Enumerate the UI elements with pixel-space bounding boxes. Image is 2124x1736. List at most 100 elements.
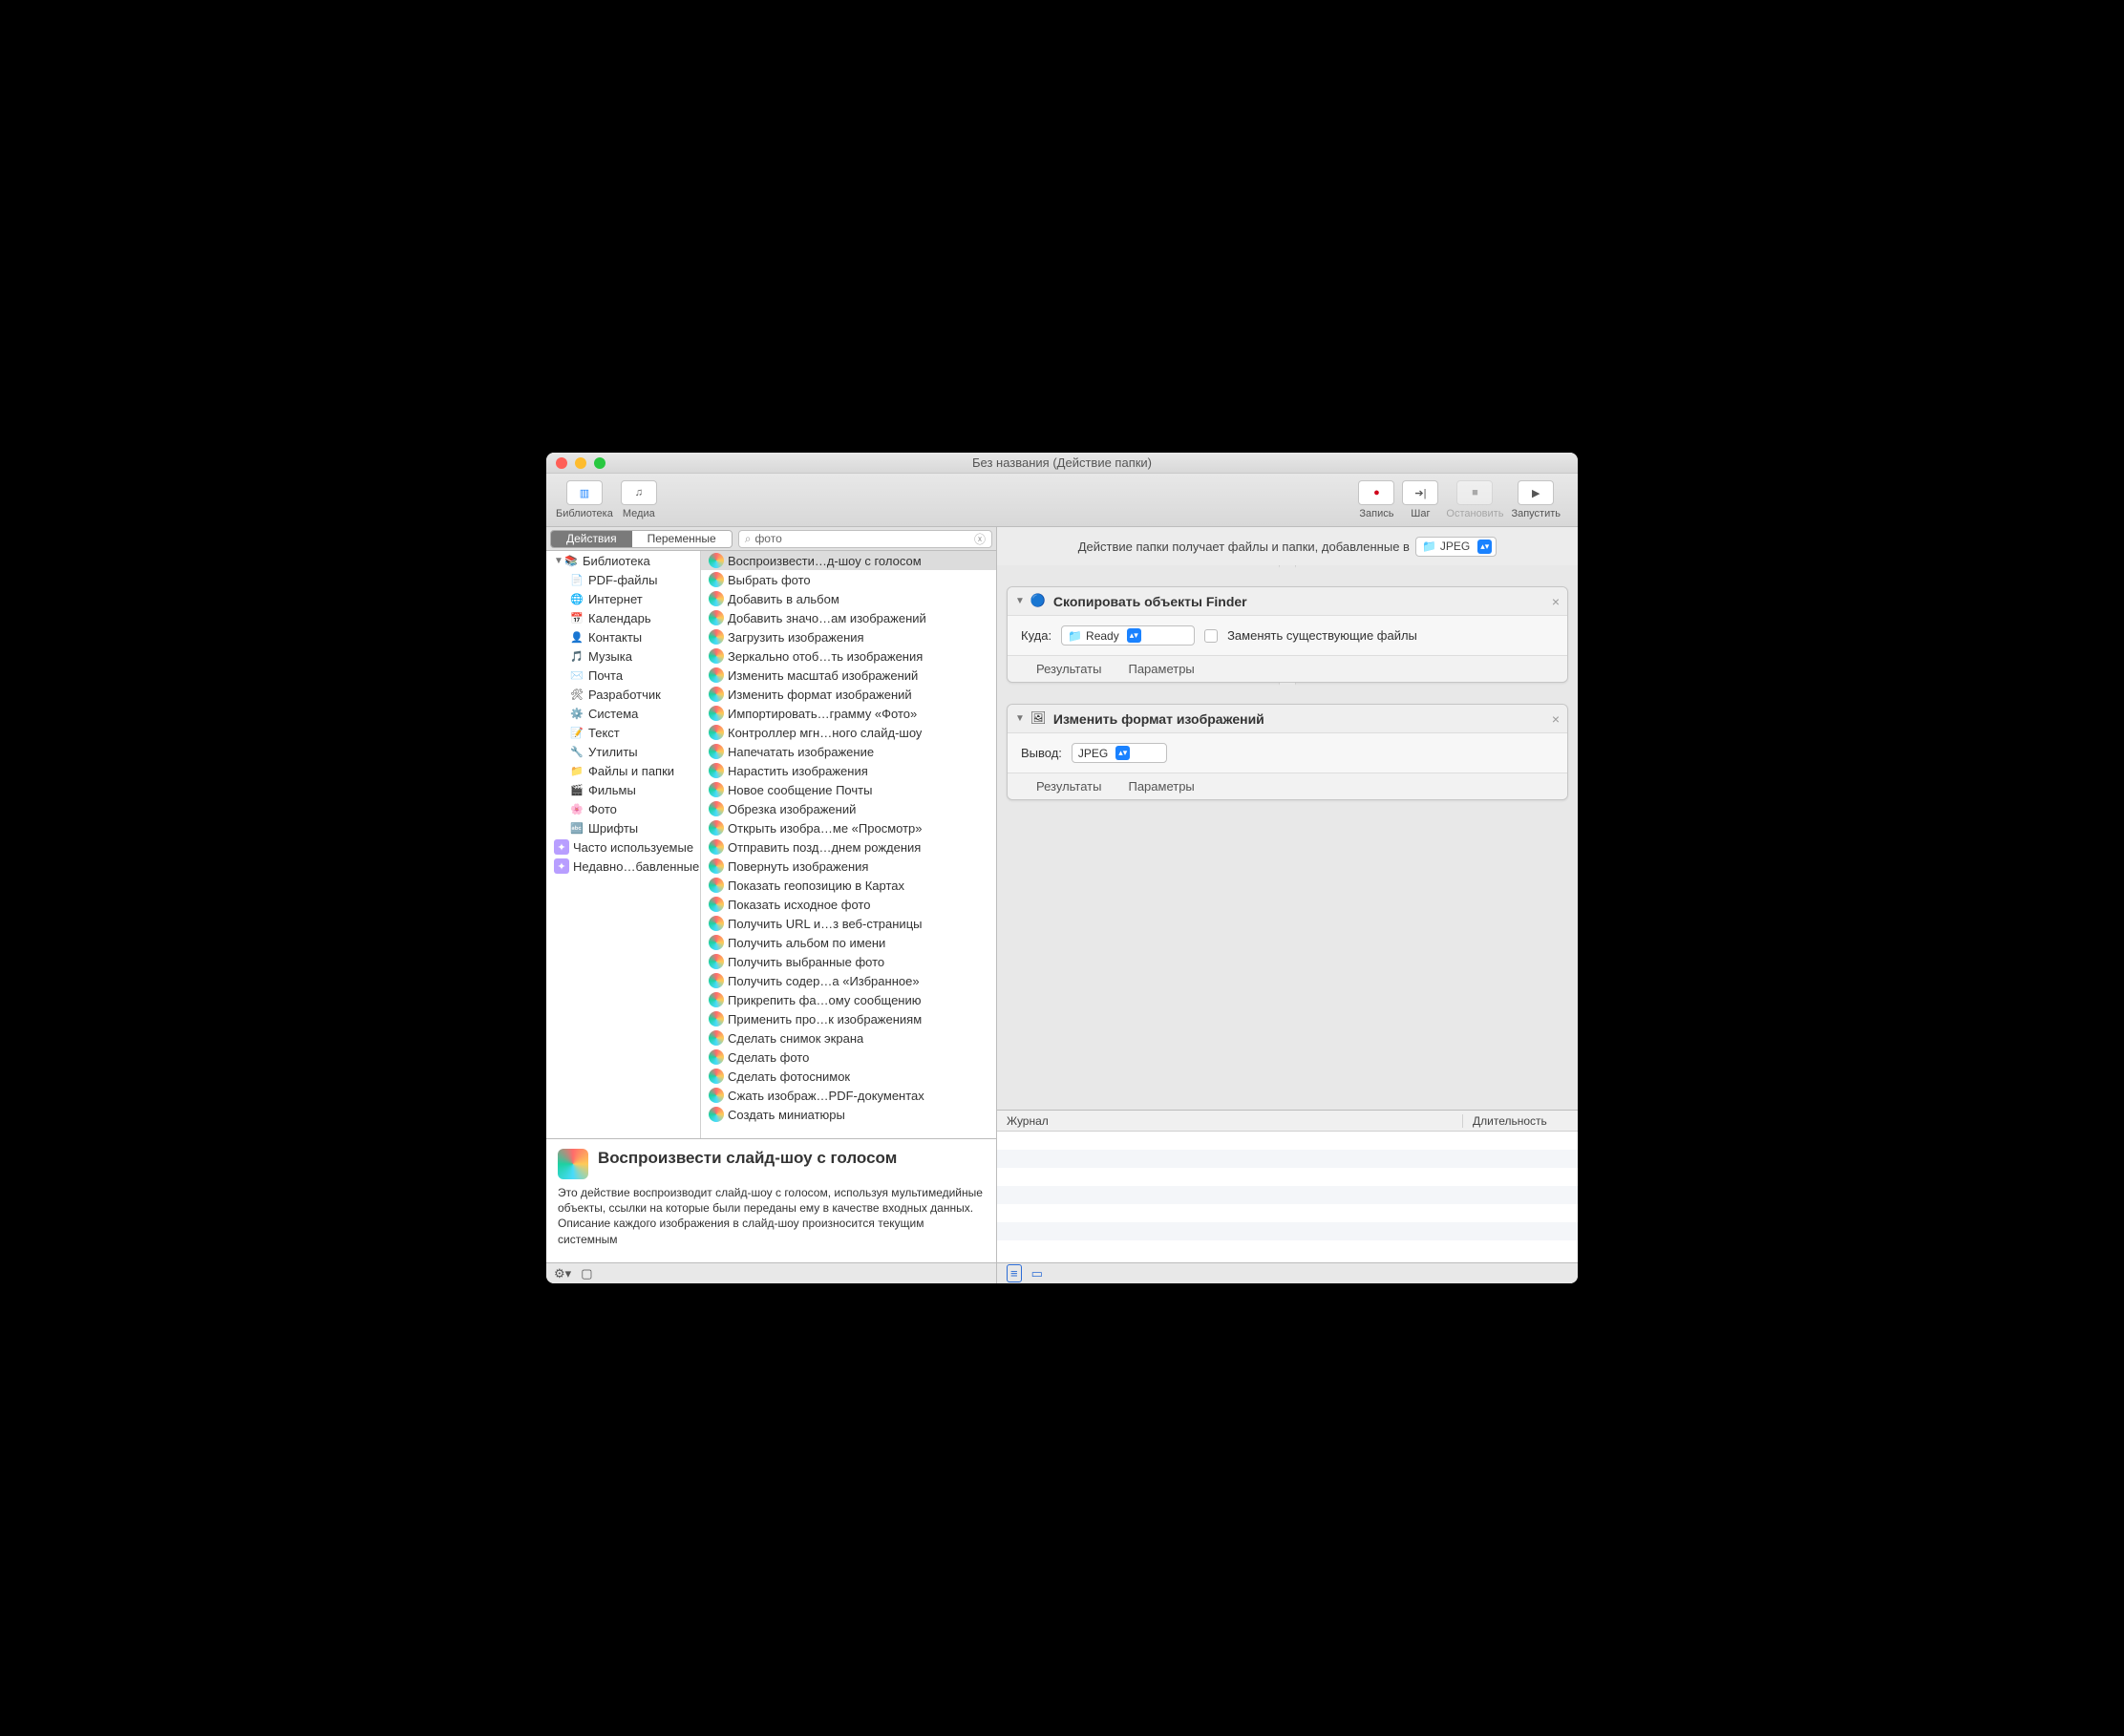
step-toolbar-button[interactable]: ➔| Шаг: [1402, 480, 1438, 519]
action-list-item[interactable]: Изменить масштаб изображений: [701, 666, 996, 685]
action-list-item[interactable]: Получить выбранные фото: [701, 952, 996, 971]
log-rows: [997, 1132, 1578, 1262]
action-list-item[interactable]: Прикрепить фа…ому сообщению: [701, 990, 996, 1009]
category-item[interactable]: 🎵Музыка: [546, 646, 700, 666]
action-list-item[interactable]: Получить URL и…з веб-страницы: [701, 914, 996, 933]
minimize-window-button[interactable]: [575, 457, 586, 469]
library-toolbar-button[interactable]: ▥ Библиотека: [556, 480, 613, 519]
media-toolbar-button[interactable]: ♫ Медиа: [621, 480, 657, 519]
remove-action-icon[interactable]: ×: [1552, 594, 1560, 609]
category-item[interactable]: 📁Файлы и папки: [546, 761, 700, 780]
category-item[interactable]: 🌐Интернет: [546, 589, 700, 608]
results-button[interactable]: Результаты: [1036, 779, 1101, 794]
category-list[interactable]: ▼📚Библиотека 📄PDF-файлы🌐Интернет📅Календа…: [546, 551, 701, 1138]
tab-actions[interactable]: Действия: [551, 531, 632, 547]
close-window-button[interactable]: [556, 457, 567, 469]
action-list-item[interactable]: Напечатать изображение: [701, 742, 996, 761]
action-copy-finder-items[interactable]: ▼ 🔵 Скопировать объекты Finder × Куда: R…: [1007, 586, 1568, 683]
gear-icon[interactable]: ⚙︎▾: [554, 1266, 571, 1281]
action-list-item[interactable]: Сделать фото: [701, 1048, 996, 1067]
chevron-updown-icon: ▴▾: [1115, 746, 1130, 760]
run-toolbar-button[interactable]: ▶ Запустить: [1511, 480, 1561, 519]
action-list-item[interactable]: Применить про…к изображениям: [701, 1009, 996, 1028]
disclosure-triangle-icon[interactable]: ▼: [1015, 596, 1025, 606]
options-button[interactable]: Параметры: [1128, 779, 1194, 794]
library-pane: Действия Переменные ⌕ фото ⓧ ▼📚Библиотек…: [546, 527, 997, 1283]
action-list-item[interactable]: Изменить формат изображений: [701, 685, 996, 704]
category-item[interactable]: 🔤Шрифты: [546, 818, 700, 837]
category-item[interactable]: 🎬Фильмы: [546, 780, 700, 799]
workflow-input-bar: Действие папки получает файлы и папки, д…: [997, 527, 1578, 565]
titlebar: Без названия (Действие папки): [546, 453, 1578, 474]
category-item[interactable]: ⚙️Система: [546, 704, 700, 723]
category-item[interactable]: 📅Календарь: [546, 608, 700, 627]
action-list-item[interactable]: Воспроизвести…д-шоу с голосом: [701, 551, 996, 570]
list-view-icon[interactable]: ≡: [1007, 1264, 1022, 1282]
workflow-canvas[interactable]: Действие папки получает файлы и папки, д…: [997, 527, 1578, 1110]
clear-search-icon[interactable]: ⓧ: [974, 531, 986, 547]
category-item[interactable]: 🔧Утилиты: [546, 742, 700, 761]
action-list-item[interactable]: Отправить позд…днем рождения: [701, 837, 996, 857]
smart-folder-item[interactable]: ✦Недавно…бавленные: [546, 857, 700, 876]
stop-toolbar-button[interactable]: ■ Остановить: [1446, 480, 1503, 519]
category-item[interactable]: 👤Контакты: [546, 627, 700, 646]
zoom-window-button[interactable]: [594, 457, 605, 469]
action-list-item[interactable]: Загрузить изображения: [701, 627, 996, 646]
library-root[interactable]: ▼📚Библиотека: [546, 551, 700, 570]
replace-existing-checkbox[interactable]: [1204, 629, 1218, 643]
disclosure-triangle-icon[interactable]: ▼: [1015, 713, 1025, 724]
description-panel: Воспроизвести слайд-шоу с голосом Это де…: [546, 1138, 996, 1262]
remove-action-icon[interactable]: ×: [1552, 711, 1560, 727]
action-list-item[interactable]: Создать миниатюры: [701, 1105, 996, 1124]
library-bottom-bar: ⚙︎▾ ▢: [546, 1262, 996, 1283]
description-body: Это действие воспроизводит слайд-шоу с г…: [558, 1185, 985, 1247]
library-tabs: Действия Переменные: [550, 530, 733, 548]
action-list-item[interactable]: Открыть изобра…ме «Просмотр»: [701, 818, 996, 837]
window-title: Без названия (Действие папки): [546, 455, 1578, 470]
action-list-item[interactable]: Сжать изображ…PDF-документах: [701, 1086, 996, 1105]
action-list-item[interactable]: Контроллер мгн…ного слайд-шоу: [701, 723, 996, 742]
tab-variables[interactable]: Переменные: [632, 531, 732, 547]
action-list-item[interactable]: Повернуть изображения: [701, 857, 996, 876]
chevron-updown-icon: ▴▾: [1477, 540, 1492, 554]
log-column-duration[interactable]: Длительность: [1463, 1114, 1578, 1128]
finder-icon: 🔵: [1030, 593, 1048, 610]
category-item[interactable]: 🌸Фото: [546, 799, 700, 818]
record-toolbar-button[interactable]: ● Запись: [1358, 480, 1394, 519]
action-list-item[interactable]: Выбрать фото: [701, 570, 996, 589]
category-item[interactable]: 📝Текст: [546, 723, 700, 742]
preview-icon: 🖼: [1030, 710, 1048, 728]
action-list-item[interactable]: Получить альбом по имени: [701, 933, 996, 952]
action-list-item[interactable]: Сделать фотоснимок: [701, 1067, 996, 1086]
category-item[interactable]: ✉️Почта: [546, 666, 700, 685]
action-list-item[interactable]: Сделать снимок экрана: [701, 1028, 996, 1048]
action-list-item[interactable]: Добавить значо…ам изображений: [701, 608, 996, 627]
action-list-item[interactable]: Новое сообщение Почты: [701, 780, 996, 799]
smart-folder-item[interactable]: ✦Часто используемые: [546, 837, 700, 857]
results-button[interactable]: Результаты: [1036, 662, 1101, 676]
description-title: Воспроизвести слайд-шоу с голосом: [598, 1149, 897, 1168]
search-input[interactable]: ⌕ фото ⓧ: [738, 530, 992, 548]
action-list-item[interactable]: Показать исходное фото: [701, 895, 996, 914]
destination-folder-popup[interactable]: Ready ▴▾: [1061, 625, 1195, 646]
action-list-item[interactable]: Получить содер…а «Избранное»: [701, 971, 996, 990]
action-change-image-type[interactable]: ▼ 🖼 Изменить формат изображений × Вывод:…: [1007, 704, 1568, 800]
chevron-updown-icon: ▴▾: [1127, 628, 1141, 643]
output-format-popup[interactable]: JPEG ▴▾: [1072, 743, 1167, 763]
action-list-item[interactable]: Обрезка изображений: [701, 799, 996, 818]
action-list-item[interactable]: Импортировать…грамму «Фото»: [701, 704, 996, 723]
workflow-bottom-bar: ≡ ▭: [997, 1262, 1578, 1283]
options-button[interactable]: Параметры: [1128, 662, 1194, 676]
log-panel: Журнал Длительность: [997, 1110, 1578, 1262]
flow-view-icon[interactable]: ▭: [1031, 1266, 1043, 1281]
action-list-item[interactable]: Зеркально отоб…ть изображения: [701, 646, 996, 666]
action-list-item[interactable]: Показать геопозицию в Картах: [701, 876, 996, 895]
actions-list[interactable]: Воспроизвести…д-шоу с голосомВыбрать фот…: [701, 551, 996, 1138]
collapse-description-icon[interactable]: ▢: [581, 1266, 592, 1281]
category-item[interactable]: 📄PDF-файлы: [546, 570, 700, 589]
category-item[interactable]: 🛠Разработчик: [546, 685, 700, 704]
input-folder-popup[interactable]: JPEG ▴▾: [1415, 537, 1497, 557]
action-list-item[interactable]: Нарастить изображения: [701, 761, 996, 780]
action-list-item[interactable]: Добавить в альбом: [701, 589, 996, 608]
log-column-journal[interactable]: Журнал: [997, 1114, 1463, 1128]
